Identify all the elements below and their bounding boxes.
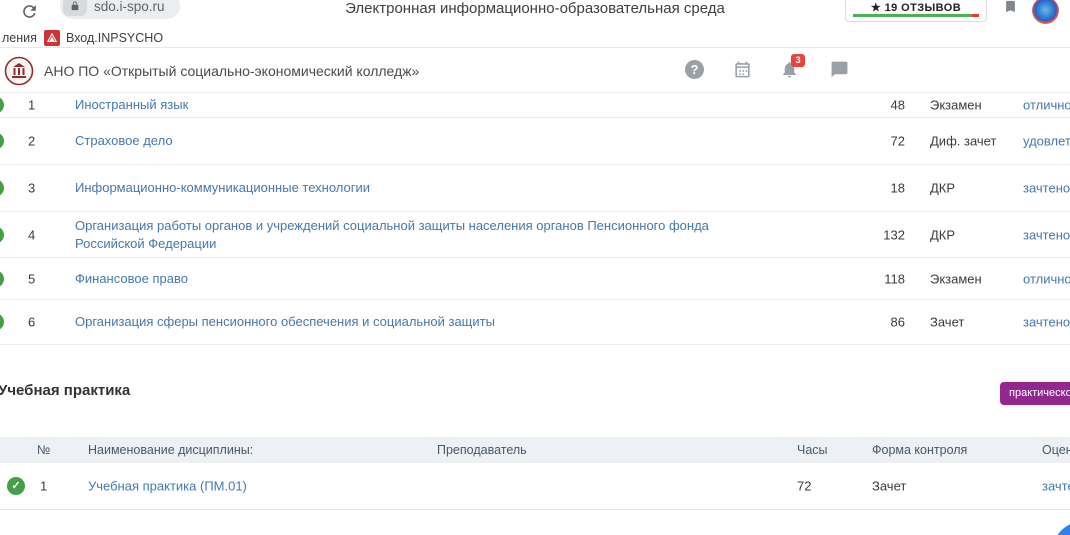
table-row: 4 Организация работы органов и учреждени… — [0, 212, 1070, 258]
control-form: Зачет — [930, 315, 964, 330]
discipline-link[interactable]: Страховое дело — [75, 132, 780, 150]
rating-bar-negative — [972, 14, 979, 17]
grade-link[interactable]: зачтено — [1023, 315, 1070, 330]
column-header-control: Форма контроля — [872, 437, 967, 463]
hours-value: 72 — [855, 134, 905, 149]
practice-link[interactable]: Учебная практика (ПМ.01) — [88, 479, 247, 494]
chat-fab-button[interactable] — [1052, 521, 1070, 535]
row-number: 3 — [28, 181, 35, 196]
row-number: 1 — [40, 479, 47, 494]
hours-value: 118 — [855, 271, 905, 286]
row-number: 1 — [28, 98, 35, 113]
control-form: Зачет — [872, 479, 906, 494]
hours-value: 86 — [855, 315, 905, 330]
grade-link[interactable]: зачтено — [1023, 227, 1070, 242]
table-row: 3 Информационно-коммуникационные техноло… — [0, 165, 1070, 212]
practice-table-row: ✓ 1 Учебная практика (ПМ.01) 72 Зачет за… — [0, 463, 1070, 510]
table-row: 1 Иностранный язык 48 Экзамен отлично — [0, 93, 1070, 118]
check-circle-icon — [0, 180, 4, 197]
college-logo — [4, 56, 34, 86]
control-form: Экзамен — [930, 271, 982, 286]
control-form: ДКР — [930, 227, 955, 242]
control-form: Диф. зачет — [930, 134, 996, 149]
check-circle-icon: ✓ — [7, 477, 25, 495]
star-icon: ★ — [871, 2, 881, 14]
organization-name: АНО ПО «Открытый социально-экономический… — [44, 49, 419, 93]
column-header-num: № — [37, 437, 50, 463]
check-circle-icon — [0, 97, 4, 114]
hours-value: 72 — [797, 479, 811, 494]
row-number: 6 — [28, 315, 35, 330]
row-number: 2 — [28, 134, 35, 149]
practice-table-header: № Наименование дисциплины: Преподаватель… — [0, 437, 1070, 463]
row-number: 5 — [28, 271, 35, 286]
notification-count-badge: 3 — [791, 54, 805, 67]
control-form: Экзамен — [930, 98, 982, 113]
grade-link[interactable]: зачтено — [1042, 479, 1070, 494]
reviews-rating-bar — [853, 14, 979, 17]
table-row: 6 Организация сферы пенсионного обеспече… — [0, 300, 1070, 345]
column-header-grade: Оценка — [1042, 437, 1070, 463]
calendar-icon[interactable] — [733, 60, 752, 79]
rating-bar-positive — [853, 14, 972, 17]
messages-icon[interactable] — [830, 60, 849, 79]
app-header: АНО ПО «Открытый социально-экономический… — [0, 49, 1070, 93]
grade-link[interactable]: отлично — [1023, 98, 1070, 113]
grade-link[interactable]: удовлетворительно — [1023, 134, 1070, 149]
column-header-teacher: Преподаватель — [437, 437, 527, 463]
reviews-label: 19 ОТЗЫВОВ — [885, 2, 961, 14]
hours-value: 132 — [855, 227, 905, 242]
lock-icon[interactable] — [63, 0, 87, 16]
check-circle-icon — [0, 314, 4, 331]
discipline-link[interactable]: Организация сферы пенсионного обеспечени… — [75, 313, 780, 331]
practice-type-badge: практическое — [1000, 382, 1070, 405]
grade-link[interactable]: зачтено — [1023, 181, 1070, 196]
screen: sdo.i-spo.ru Электронная информационно-о… — [0, 0, 1070, 535]
bookmarks-bar: ления Вход.INPSYCHO — [0, 28, 1070, 48]
avatar[interactable] — [1032, 0, 1059, 24]
url-text: sdo.i-spo.ru — [94, 0, 165, 14]
reviews-button[interactable]: ★ 19 ОТЗЫВОВ — [845, 0, 987, 22]
table-row: 2 Страховое дело 72 Диф. зачет удовлетво… — [0, 118, 1070, 165]
reload-icon[interactable] — [20, 2, 39, 21]
row-number: 4 — [28, 227, 35, 242]
check-circle-icon — [0, 270, 4, 287]
grade-link[interactable]: отлично — [1023, 271, 1070, 286]
address-bar[interactable]: sdo.i-spo.ru — [60, 0, 180, 19]
control-form: ДКР — [930, 181, 955, 196]
column-header-name: Наименование дисциплины: — [88, 437, 253, 463]
hours-value: 18 — [855, 181, 905, 196]
check-circle-icon — [0, 133, 4, 150]
bookmark-item-truncated[interactable]: ления — [2, 31, 37, 45]
help-icon[interactable]: ? — [685, 60, 704, 79]
check-circle-icon — [0, 226, 4, 243]
bookmark-item-inpsycho[interactable]: Вход.INPSYCHO — [66, 31, 163, 45]
column-header-hours: Часы — [797, 437, 828, 463]
discipline-link[interactable]: Информационно-коммуникационные технологи… — [75, 179, 780, 197]
bookmark-icon[interactable] — [1003, 0, 1018, 20]
bookmark-favicon[interactable] — [44, 30, 60, 46]
discipline-link[interactable]: Финансовое право — [75, 270, 780, 288]
hours-value: 48 — [855, 98, 905, 113]
discipline-link[interactable]: Иностранный язык — [75, 96, 780, 114]
table-row: 5 Финансовое право 118 Экзамен отлично — [0, 258, 1070, 300]
discipline-link[interactable]: Организация работы органов и учреждений … — [75, 217, 780, 253]
section-title: Учебная практика — [0, 382, 130, 399]
browser-toolbar: sdo.i-spo.ru Электронная информационно-о… — [0, 0, 1070, 28]
